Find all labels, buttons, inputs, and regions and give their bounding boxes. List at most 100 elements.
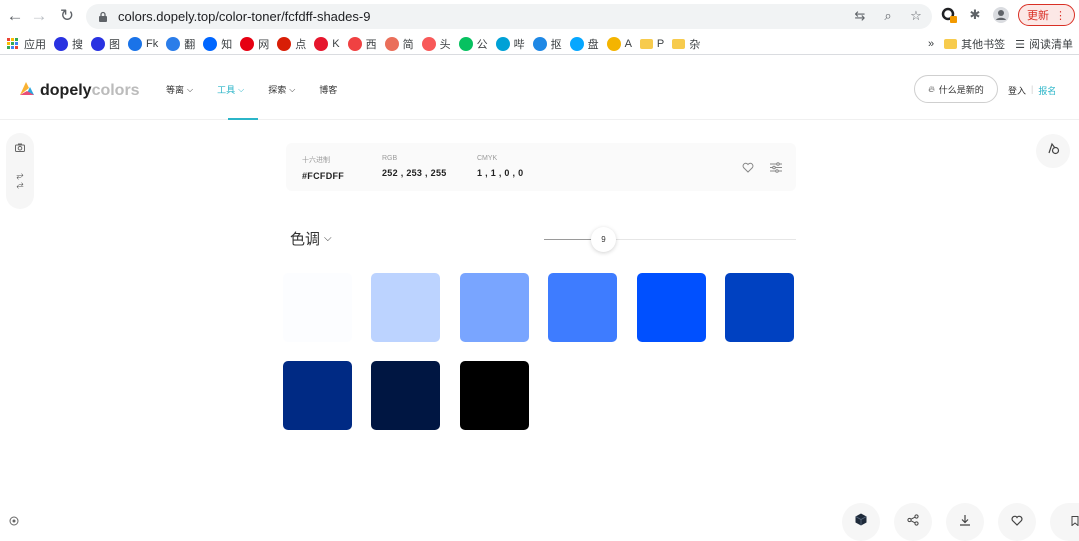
chevron-down-icon: ⌵ xyxy=(187,84,194,94)
download-icon xyxy=(959,513,971,531)
translate-icon[interactable]: ⇆ xyxy=(852,8,868,24)
share-icon xyxy=(907,513,919,531)
color-swatch[interactable] xyxy=(459,273,529,342)
browser-toolbar: ← → ↻ colors.dopely.top/color-toner/fcfd… xyxy=(0,0,1079,33)
nav-item-label: 工具 xyxy=(217,85,236,95)
rgb-block: RGB 252 , 253 , 255 xyxy=(382,155,447,178)
profile-icon[interactable] xyxy=(992,6,1010,24)
nav-item-explore[interactable]: 探索 ⌵ xyxy=(268,83,295,96)
color-swatch[interactable] xyxy=(459,361,529,430)
bookmark-item[interactable]: 抠 xyxy=(532,36,562,52)
site-header: dopely colors 等离 ⌵ 工具 ⌵ 探索 ⌵ 博客 🔥︎ 什么是新的 登入 … xyxy=(0,58,1079,120)
bookmark-label: 盘 xyxy=(587,38,599,51)
bookmark-item[interactable]: P xyxy=(639,38,664,50)
bookmark-item[interactable]: 应用 xyxy=(6,36,46,52)
bookmark-item[interactable]: 网 xyxy=(240,36,269,52)
nav-item-tools[interactable]: 工具 ⌵ xyxy=(217,83,244,96)
color-swatch[interactable] xyxy=(371,361,441,430)
update-button[interactable]: 更新 ⋮ xyxy=(1018,4,1075,26)
cmyk-value[interactable]: 1 , 1 , 0 , 0 xyxy=(477,168,523,178)
bookmark-label: 头 xyxy=(439,38,451,51)
bookmark-item[interactable]: 搜 xyxy=(54,36,83,52)
star-icon[interactable]: ☆ xyxy=(908,8,924,24)
bookmark-label: K xyxy=(332,37,340,50)
bird-icon xyxy=(532,36,547,51)
palette-tool-button[interactable] xyxy=(1036,134,1070,168)
color-swatch[interactable] xyxy=(371,273,441,342)
address-bar[interactable]: colors.dopely.top/color-toner/fcfdff-sha… xyxy=(86,4,932,29)
forward-icon[interactable]: → xyxy=(26,3,52,29)
cube-button[interactable] xyxy=(842,503,880,541)
color-swatch[interactable] xyxy=(283,361,352,430)
heart-icon xyxy=(1011,513,1023,531)
zoom-icon[interactable]: ⌕ xyxy=(880,8,896,24)
bookmark-item[interactable]: 公 xyxy=(458,36,488,52)
share-button[interactable] xyxy=(894,503,932,541)
bookmark-label: 网 xyxy=(258,38,270,51)
settings-icon[interactable] xyxy=(9,516,19,529)
baidu-image-icon xyxy=(91,36,105,51)
bookmark-item[interactable]: 图 xyxy=(91,36,120,52)
color-swatch[interactable] xyxy=(724,273,794,342)
signup-link[interactable]: 报名 xyxy=(1038,84,1056,97)
bookmark-item[interactable]: 简 xyxy=(384,36,414,52)
heart-icon[interactable] xyxy=(742,160,754,178)
left-toolbar: ⥂ ⥄ xyxy=(6,133,34,209)
logo-text-primary: dopely xyxy=(40,81,92,99)
hex-label: 十六进制 xyxy=(302,157,330,164)
bookmark-label: 简 xyxy=(402,38,414,51)
extension-badge-icon[interactable] xyxy=(940,6,958,24)
active-nav-indicator xyxy=(228,118,258,120)
sliders-icon[interactable] xyxy=(770,160,782,178)
hex-value[interactable]: #FCFDFF xyxy=(302,171,344,181)
shades-dropdown[interactable]: 色调 ⌵ xyxy=(290,228,332,249)
bookmark-item[interactable]: 点 xyxy=(277,36,306,52)
bookmark-label: 图 xyxy=(109,38,120,51)
reading-list-label: 阅读清单 xyxy=(1029,39,1073,51)
bookmark-item[interactable]: K xyxy=(314,36,340,51)
bookmark-item[interactable]: 杂 xyxy=(672,36,700,52)
whats-new-button[interactable]: 🔥︎ 什么是新的 xyxy=(914,75,998,103)
bookmark-item[interactable]: 翻 xyxy=(166,36,195,52)
bilibili-icon xyxy=(495,36,510,51)
puzzle-icon[interactable]: ✱ xyxy=(966,6,984,24)
bookmark-label: 点 xyxy=(295,38,307,51)
lock-icon xyxy=(96,10,110,24)
nav-item-blog[interactable]: 博客 xyxy=(319,83,337,96)
back-icon[interactable]: ← xyxy=(2,3,28,29)
bookmarks-more[interactable]: » xyxy=(928,38,934,50)
login-link[interactable]: 登入 xyxy=(1008,84,1026,97)
bookmark-item[interactable]: 哔 xyxy=(495,36,525,52)
bookmark-item[interactable]: 西 xyxy=(347,36,377,52)
download-button[interactable] xyxy=(946,503,984,541)
weibo-icon xyxy=(314,36,329,51)
save-button[interactable]: 节省 xyxy=(1050,503,1079,541)
color-swatch[interactable] xyxy=(636,273,706,342)
chevron-down-icon: ⌵ xyxy=(324,233,332,244)
folder-icon xyxy=(672,38,686,49)
bookmark-item[interactable]: 盘 xyxy=(569,36,599,52)
other-bookmarks[interactable]: 其他书签 xyxy=(944,36,1005,52)
rgb-value[interactable]: 252 , 253 , 255 xyxy=(382,168,447,178)
favorite-button[interactable] xyxy=(998,503,1036,541)
translate-icon xyxy=(166,36,181,51)
bookmark-item[interactable]: A xyxy=(606,36,632,51)
camera-icon[interactable] xyxy=(15,143,25,155)
reading-list[interactable]: ☰ 阅读清单 xyxy=(1015,36,1073,52)
logo[interactable]: dopely colors xyxy=(18,80,140,101)
bookmark-item[interactable]: 知 xyxy=(203,36,232,52)
bookmark-label: 搜 xyxy=(72,38,83,51)
chevron-down-icon: ⌵ xyxy=(238,84,245,94)
nav-item-0[interactable]: 等离 ⌵ xyxy=(166,83,193,96)
folder-icon xyxy=(639,38,653,49)
shade-count-slider-knob[interactable]: 9 xyxy=(591,227,616,252)
reload-icon[interactable]: ↻ xyxy=(54,3,80,29)
color-swatch[interactable] xyxy=(283,273,352,342)
bookmark-item[interactable]: Fk xyxy=(128,36,158,51)
a-icon xyxy=(606,36,621,51)
redo-undo-icon[interactable]: ⥂ ⥄ xyxy=(16,171,23,189)
bookmark-item[interactable]: 头 xyxy=(421,36,451,52)
cmyk-label: CMYK xyxy=(477,155,498,162)
baidupan-icon xyxy=(569,36,584,51)
color-swatch[interactable] xyxy=(548,273,618,342)
